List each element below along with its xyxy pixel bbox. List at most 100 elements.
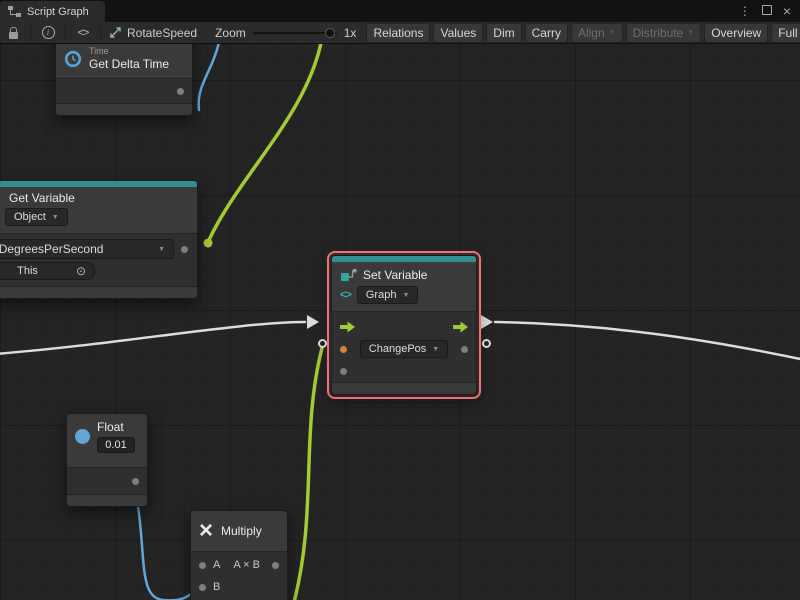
variable-scope-dropdown[interactable]: Graph ▼ — [357, 286, 419, 304]
toolbar-divider — [100, 26, 101, 39]
overview-button[interactable]: Overview — [704, 23, 768, 43]
this-object-field[interactable]: This ⊙ — [0, 262, 95, 280]
value-output-port[interactable] — [181, 246, 188, 253]
multiply-icon: × — [199, 520, 213, 542]
button-label: Relations — [373, 26, 423, 40]
node-ports — [56, 78, 192, 103]
button-label: Values — [440, 26, 476, 40]
variable-name-dropdown[interactable]: ChangePos ▼ — [360, 340, 448, 358]
extra-input-port[interactable] — [340, 368, 347, 375]
flow-arrowhead-right — [481, 315, 493, 329]
flow-output-port[interactable] — [453, 322, 468, 333]
code-brackets-icon: <> — [78, 27, 89, 39]
full-screen-button[interactable]: Full Screen — [771, 23, 800, 43]
node-ports — [67, 467, 147, 494]
float-value-field[interactable]: 0.01 — [97, 437, 135, 453]
distribute-button[interactable]: Distribute▼ — [626, 23, 702, 43]
value-input-port[interactable] — [340, 346, 347, 353]
port-label-a: A — [213, 559, 220, 571]
button-label: Overview — [711, 26, 761, 40]
dropdown-value: Object — [14, 211, 46, 223]
flow-wire-left[interactable] — [0, 322, 305, 354]
float-type-icon — [75, 429, 90, 444]
info-button[interactable]: i — [39, 24, 57, 42]
values-button[interactable]: Values — [433, 23, 483, 43]
tab-script-graph[interactable]: Script Graph — [0, 1, 105, 22]
variable-scope-dropdown[interactable]: Object ▼ — [5, 208, 68, 226]
button-label: Dim — [493, 26, 514, 40]
node-ports: RotationDegreesPerSecond ▼ This ⊙ — [0, 233, 197, 286]
node-title: Get Variable — [9, 191, 189, 205]
value-output-port[interactable] — [461, 346, 468, 353]
node-header: Time Get Delta Time — [56, 44, 192, 78]
value-output-port[interactable] — [132, 478, 139, 485]
node-float[interactable]: Float 0.01 — [66, 413, 148, 507]
dropdown-value: Graph — [366, 289, 397, 301]
kebab-menu-icon[interactable]: ⋮ — [739, 5, 751, 17]
graph-toolbar: i <> RotateSpeed Zoom 1x Relations Value… — [0, 22, 800, 44]
tab-title: Script Graph — [27, 6, 89, 18]
node-title: Float — [97, 420, 135, 434]
value-wire-deltatime[interactable] — [199, 44, 220, 110]
button-label: Align — [578, 26, 605, 40]
output-port-result[interactable] — [272, 562, 279, 569]
graph-asset-reference[interactable]: RotateSpeed — [109, 26, 197, 40]
node-get-delta-time[interactable]: Time Get Delta Time — [55, 44, 193, 116]
zoom-control: Zoom 1x — [215, 26, 356, 40]
close-icon[interactable]: × — [783, 4, 791, 18]
node-header: Float 0.01 — [67, 414, 147, 467]
node-title: Multiply — [221, 524, 262, 538]
chevron-down-icon: ▼ — [158, 246, 165, 253]
node-header: × Multiply — [191, 511, 287, 551]
node-footer — [332, 382, 476, 394]
node-footer — [67, 494, 147, 506]
outer-port-ring-left[interactable] — [318, 339, 327, 348]
button-label: Full Screen — [778, 26, 800, 40]
value-wire-rotation-speed[interactable] — [209, 44, 322, 240]
chevron-down-icon: ▼ — [402, 292, 409, 299]
zoom-slider[interactable] — [253, 32, 337, 34]
zoom-value: 1x — [344, 26, 357, 40]
node-title: Set Variable — [363, 268, 427, 282]
window-controls: ⋮ × — [739, 0, 800, 22]
chevron-down-icon: ▼ — [52, 214, 59, 221]
zoom-slider-thumb[interactable] — [325, 28, 335, 38]
dim-button[interactable]: Dim — [486, 23, 521, 43]
relations-button[interactable]: Relations — [366, 23, 430, 43]
input-port-b[interactable] — [199, 584, 206, 591]
node-ports: ChangePos ▼ — [332, 311, 476, 382]
graph-kind-icon: <> — [340, 289, 351, 301]
maximize-icon[interactable] — [762, 2, 772, 20]
chevron-down-icon: ▼ — [687, 29, 694, 36]
zoom-label: Zoom — [215, 26, 246, 40]
flow-input-port[interactable] — [340, 322, 355, 333]
node-kicker: Time — [89, 46, 169, 57]
port-label-b: B — [213, 581, 220, 593]
clock-icon — [64, 50, 82, 68]
info-icon: i — [42, 26, 55, 39]
node-multiply[interactable]: × Multiply A A × B B — [190, 510, 288, 600]
carry-button[interactable]: Carry — [525, 23, 568, 43]
wire-end-port-green[interactable] — [204, 239, 213, 248]
button-label: Carry — [532, 26, 561, 40]
tab-bar: Script Graph ⋮ × — [0, 0, 800, 22]
graph-name-label: RotateSpeed — [127, 26, 197, 40]
lock-button[interactable] — [4, 24, 22, 42]
variable-name-dropdown[interactable]: RotationDegreesPerSecond ▼ — [0, 239, 174, 259]
graph-canvas[interactable]: Time Get Delta Time Get Variable Object … — [0, 44, 800, 600]
lock-icon — [9, 32, 18, 39]
object-picker-icon[interactable]: ⊙ — [76, 265, 86, 277]
script-asset-icon — [109, 26, 122, 39]
node-ports: A A × B B — [191, 551, 287, 600]
flow-wire-right[interactable] — [495, 322, 800, 360]
value-wire-multiply-to-setvariable[interactable] — [293, 348, 322, 600]
node-get-variable[interactable]: Get Variable Object ▼ RotationDegreesPer… — [0, 180, 198, 299]
flow-arrowhead-left — [307, 315, 319, 329]
node-set-variable[interactable]: Set Variable <> Graph ▼ — [331, 255, 477, 395]
output-port[interactable] — [177, 88, 184, 95]
input-port-a[interactable] — [199, 562, 206, 569]
outer-port-ring-right[interactable] — [482, 339, 491, 348]
edit-graph-button[interactable]: <> — [74, 24, 92, 42]
align-button[interactable]: Align ▼ — [571, 23, 623, 43]
chevron-down-icon: ▼ — [609, 29, 616, 36]
